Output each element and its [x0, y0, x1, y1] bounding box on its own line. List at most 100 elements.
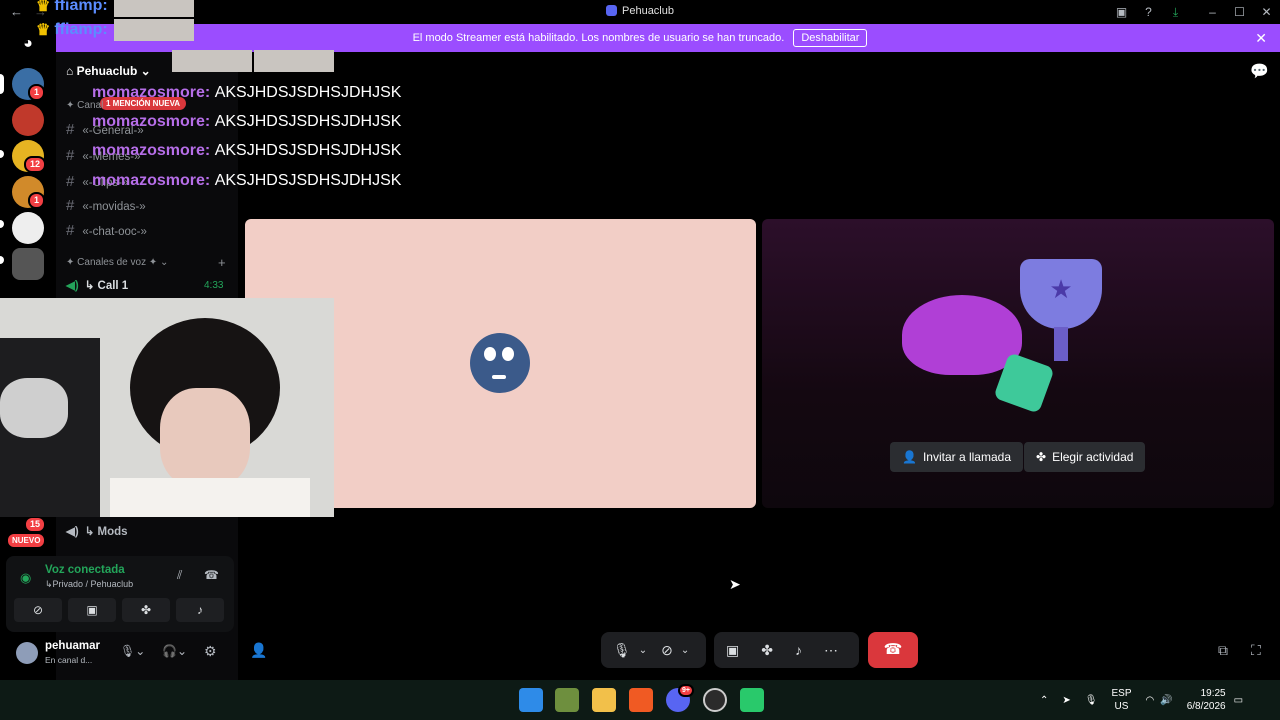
- shell-graphic: [902, 295, 1022, 375]
- windows-taskbar: 9+ ⌃ ➤ 🎙 ESP US ◠ 🔊 19:25 6/8/2026 ▭: [0, 680, 1280, 720]
- clock-time: 19:25: [1200, 688, 1226, 699]
- banner-text: El modo Streamer está habilitado. Los no…: [412, 32, 785, 44]
- emote-image: [113, 19, 194, 41]
- section-label: ✦ Canales de voz ✦: [66, 257, 158, 268]
- add-user-icon: 👤: [902, 450, 917, 464]
- channel-movidas[interactable]: # «-movidas-»: [66, 197, 146, 214]
- channel-label: ↳ Mods: [84, 526, 128, 538]
- noise-suppression-icon[interactable]: ⫽: [177, 568, 182, 583]
- volume-icon[interactable]: 🔊: [1160, 695, 1172, 706]
- add-channel-icon[interactable]: +: [218, 255, 226, 270]
- screen-share-icon[interactable]: ▣: [726, 642, 739, 659]
- add-person-icon[interactable]: 👤: [250, 642, 267, 659]
- microphone-icon[interactable]: 🎙⌄: [120, 644, 145, 658]
- screen-share-icon[interactable]: ▣: [68, 598, 116, 622]
- unread-pill: [0, 256, 4, 264]
- language-indicator[interactable]: ESP US: [1111, 687, 1131, 713]
- maximize-icon[interactable]: ☐: [1226, 5, 1253, 19]
- voice-channel-mods[interactable]: ◀) ↳ Mods: [66, 524, 128, 538]
- minimize-icon[interactable]: –: [1199, 5, 1226, 19]
- headphones-icon[interactable]: 🎧⌄: [162, 644, 187, 658]
- server-name-header[interactable]: ⌂ Pehuaclub ⌄: [66, 64, 151, 78]
- share-group: ▣ ✤ ♪ ⋯: [714, 632, 859, 668]
- chevron-down-icon[interactable]: ⌄: [681, 645, 689, 656]
- settings-gear-icon[interactable]: ⚙: [204, 643, 217, 660]
- file-explorer-icon[interactable]: [592, 688, 616, 712]
- more-options-icon[interactable]: ⋯: [824, 642, 838, 659]
- overlay-chat-line: momazosmore: AKSJHDSJSDHSJDHJSK: [56, 113, 401, 131]
- chat-name: momazosmore:: [92, 172, 211, 189]
- speaker-icon: ◀): [66, 280, 79, 292]
- app-icon[interactable]: [555, 688, 579, 712]
- voice-channel-call1[interactable]: ◀) ↳ Call 1: [66, 278, 128, 292]
- participant-avatar: [470, 333, 530, 393]
- lang-region: US: [1114, 701, 1129, 712]
- username[interactable]: pehuamar: [45, 640, 100, 652]
- close-banner-icon[interactable]: ✕: [1255, 30, 1267, 47]
- unread-pill: [0, 220, 4, 228]
- clock[interactable]: 19:25 6/8/2026: [1187, 687, 1226, 713]
- chevron-up-icon[interactable]: ⌃: [1040, 695, 1048, 706]
- chat-message: AKSJHDSJSDHSJDHJSK: [214, 84, 402, 101]
- window-title: Pehuaclub: [622, 5, 674, 17]
- activities-icon[interactable]: ✤: [761, 642, 773, 659]
- new-badge: NUEVO: [6, 532, 47, 549]
- chat-message: AKSJHDSJSDHSJDHJSK: [214, 172, 402, 189]
- close-window-icon[interactable]: ✕: [1253, 5, 1280, 19]
- hash-icon: #: [66, 197, 75, 214]
- brave-browser-icon[interactable]: [629, 688, 653, 712]
- kick-icon[interactable]: [740, 688, 764, 712]
- microphone-icon[interactable]: 🎙: [613, 642, 631, 659]
- notification-icon[interactable]: ▭: [1234, 695, 1243, 706]
- soundboard-icon[interactable]: ♪: [176, 598, 224, 622]
- signal-icon[interactable]: ◉: [20, 570, 31, 586]
- troll-face-graphic: [0, 378, 68, 438]
- chat-message: AKSJHDSJSDHSJDHJSK: [214, 113, 402, 130]
- server-avatar[interactable]: [12, 248, 44, 280]
- location-icon[interactable]: ➤: [1062, 695, 1070, 706]
- help-icon[interactable]: ?: [1135, 5, 1162, 19]
- invite-to-call-button[interactable]: 👤 Invitar a llamada: [890, 442, 1023, 472]
- camera-off-icon[interactable]: ⊘: [14, 598, 62, 622]
- overlay-name: ffiamp:: [54, 0, 108, 14]
- voice-connected-label: Voz conectada: [45, 564, 125, 576]
- activities-icon: ✤: [1036, 450, 1047, 464]
- channel-chat-ooc[interactable]: # «-chat-ooc-»: [66, 222, 147, 239]
- unread-pill: [0, 150, 4, 158]
- fullscreen-icon[interactable]: ⛶: [1251, 642, 1261, 659]
- avatar[interactable]: [16, 642, 38, 664]
- microphone-icon[interactable]: 🎙: [1085, 695, 1098, 706]
- disconnect-icon[interactable]: ☎: [204, 568, 219, 582]
- mouse-cursor-icon: ➤: [729, 576, 741, 592]
- voice-section-label[interactable]: ✦ Canales de voz ✦ ⌄: [66, 257, 168, 268]
- windows-start-icon[interactable]: [519, 688, 543, 712]
- chevron-down-icon[interactable]: ⌄: [639, 645, 647, 656]
- overlay-chat-line: momazosmore: AKSJHDSJSDHSJDHJSK: [56, 172, 401, 190]
- server-avatar[interactable]: [12, 212, 44, 244]
- activities-icon[interactable]: ✤: [122, 598, 170, 622]
- wifi-icon[interactable]: ◠: [1146, 695, 1155, 706]
- camera-off-icon[interactable]: ⊘: [661, 642, 673, 659]
- server-name: Pehuaclub: [76, 64, 138, 78]
- disable-streamer-button[interactable]: Deshabilitar: [793, 29, 868, 47]
- server-avatar[interactable]: [12, 104, 44, 136]
- lang-code: ESP: [1111, 688, 1132, 699]
- trophy-icon: ★: [1020, 259, 1102, 329]
- overlay-chat-line: momazosmore: AKSJHDSJSDHSJDHJSK: [56, 84, 401, 102]
- popout-icon[interactable]: ⧉: [1218, 642, 1228, 659]
- clock-date: 6/8/2026: [1186, 701, 1226, 712]
- emote-image: [113, 0, 194, 17]
- download-icon[interactable]: ⤓: [1162, 5, 1189, 20]
- person-shirt: [110, 478, 310, 517]
- emote-image: [172, 50, 252, 72]
- user-status: En canal d...: [45, 655, 93, 665]
- mic-camera-group: 🎙 ⌄ ⊘ ⌄: [601, 632, 706, 668]
- obs-icon[interactable]: [703, 688, 727, 712]
- choose-activity-button[interactable]: ✤ Elegir actividad: [1024, 442, 1146, 472]
- inbox-icon[interactable]: ▣: [1108, 5, 1135, 19]
- voice-channel-path[interactable]: ↳Privado / Pehuaclub: [45, 579, 133, 590]
- soundboard-icon[interactable]: ♪: [795, 642, 802, 658]
- hang-up-button[interactable]: ☎: [868, 632, 918, 668]
- chat-bubble-icon[interactable]: 💬: [1250, 62, 1269, 80]
- phone-hangup-icon: ☎: [883, 641, 903, 658]
